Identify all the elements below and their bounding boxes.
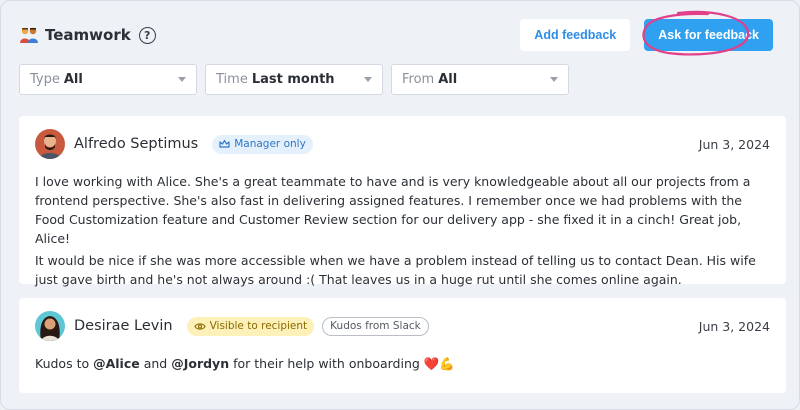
text-segment: Kudos to <box>35 356 94 371</box>
feedback-card-header: Desirae Levin Visible to recipient Kudos… <box>35 310 770 342</box>
visible-to-recipient-badge: Visible to recipient <box>186 316 315 336</box>
help-icon[interactable]: ? <box>138 26 156 44</box>
badge-label: Visible to recipient <box>209 320 308 332</box>
ask-for-feedback-button[interactable]: Ask for feedback <box>644 19 773 51</box>
filter-value: All <box>438 72 458 87</box>
mention-alice[interactable]: @Alice <box>93 356 140 371</box>
filter-bar: Type All Time Last month From All <box>19 64 569 95</box>
chevron-down-icon <box>364 77 372 82</box>
feedback-body: Kudos to @Alice and @Jordyn for their he… <box>35 354 770 373</box>
author-name: Desirae Levin <box>74 318 173 334</box>
type-filter-select[interactable]: Type All <box>19 64 197 95</box>
feedback-card-header: Alfredo Septimus Manager only Jun 3, 202… <box>35 128 770 160</box>
mention-jordyn[interactable]: @Jordyn <box>171 356 229 371</box>
time-filter-select[interactable]: Time Last month <box>205 64 383 95</box>
badge-label: Manager only <box>234 138 306 150</box>
text-segment: and <box>139 356 172 371</box>
kudos-from-slack-badge: Kudos from Slack <box>322 316 429 336</box>
chevron-down-icon <box>178 77 186 82</box>
author-name: Alfredo Septimus <box>74 136 199 152</box>
feedback-paragraph: It would be nice if she was more accessi… <box>35 253 756 287</box>
feedback-date: Jun 3, 2024 <box>698 318 770 334</box>
avatar <box>35 129 65 159</box>
filter-label: Time <box>216 72 248 87</box>
chevron-down-icon <box>550 77 558 82</box>
crown-icon <box>219 139 230 148</box>
feedback-date: Jun 3, 2024 <box>698 136 770 152</box>
avatar <box>35 311 65 341</box>
filter-value: All <box>63 72 83 87</box>
eye-icon <box>193 322 206 330</box>
teamwork-panel: Teamwork ? Add feedback Ask for feedback… <box>0 0 800 410</box>
filter-label: From <box>402 72 435 87</box>
filter-label: Type <box>30 72 60 87</box>
feedback-paragraph: Kudos to @Alice and @Jordyn for their he… <box>35 354 770 373</box>
feedback-card: Alfredo Septimus Manager only Jun 3, 202… <box>19 116 786 287</box>
add-feedback-button[interactable]: Add feedback <box>520 19 631 51</box>
from-filter-select[interactable]: From All <box>391 64 569 95</box>
team-icon <box>19 25 39 45</box>
manager-only-badge: Manager only <box>212 134 313 154</box>
feedback-body: I love working with Alice. She's a great… <box>35 172 770 289</box>
feedback-card: Desirae Levin Visible to recipient Kudos… <box>19 298 786 393</box>
feedback-paragraph: I love working with Alice. She's a great… <box>35 174 751 246</box>
text-segment: for their help with onboarding ❤️💪 <box>229 356 455 371</box>
panel-header: Teamwork ? Add feedback Ask for feedback <box>19 10 773 56</box>
page-title: Teamwork <box>45 26 131 44</box>
filter-value: Last month <box>251 72 335 87</box>
